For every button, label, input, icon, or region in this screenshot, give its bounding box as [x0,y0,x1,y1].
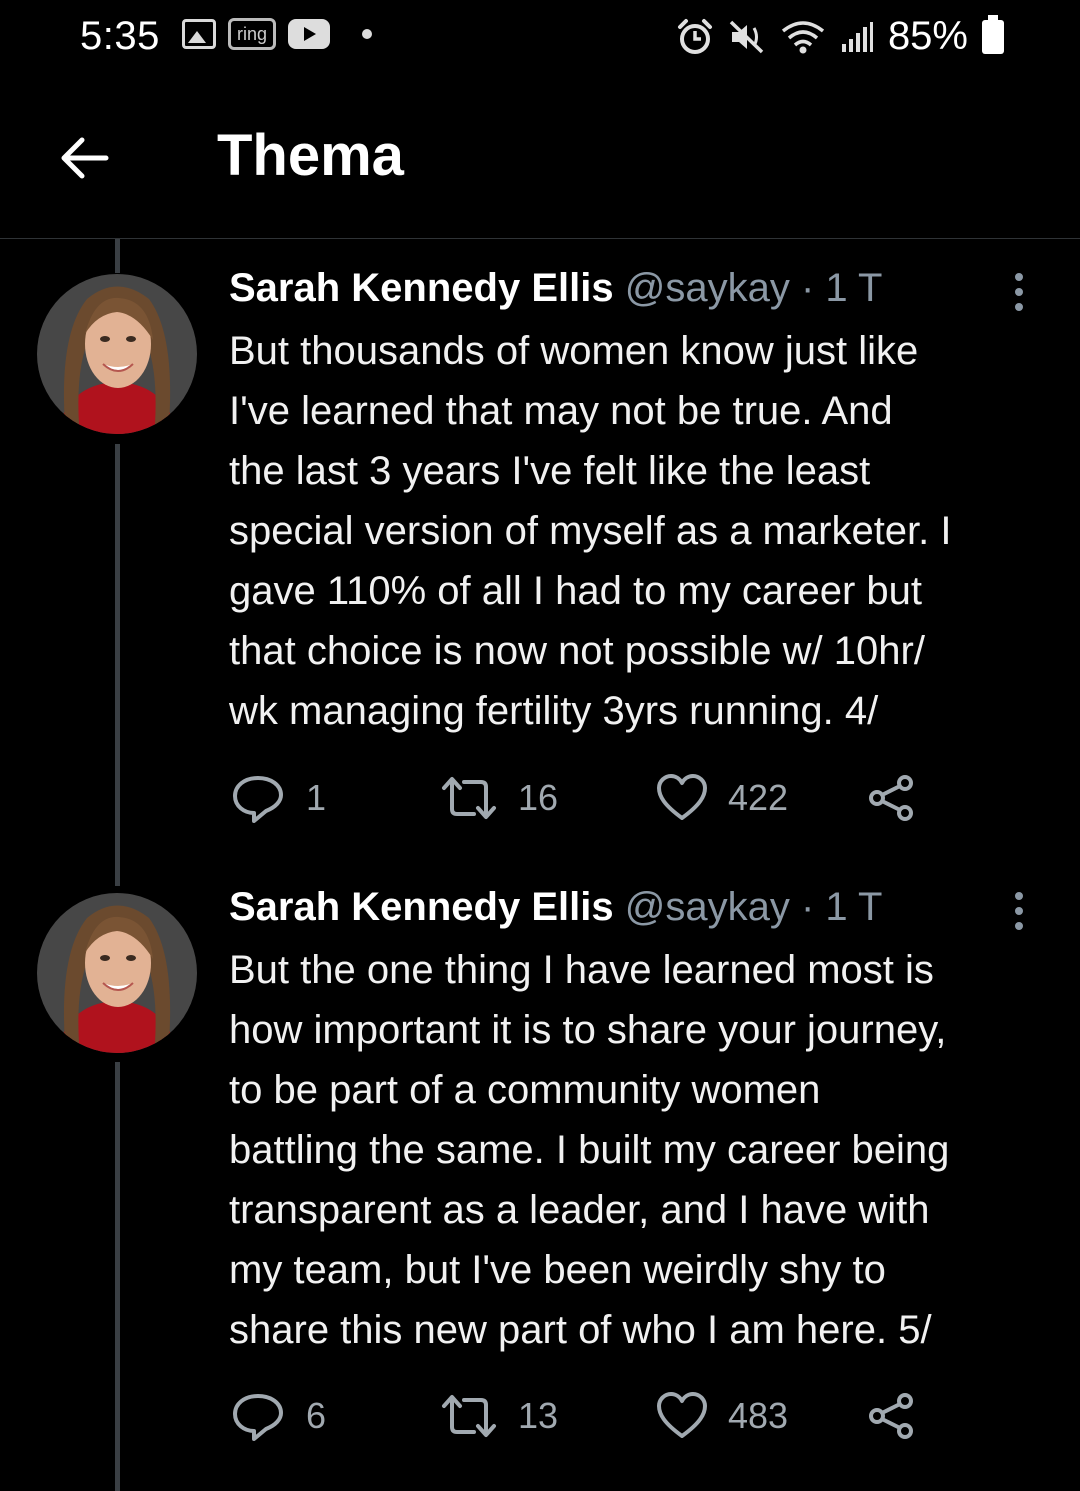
gallery-icon [182,19,216,49]
share-button[interactable] [867,773,917,823]
author-handle[interactable]: @saykay [625,885,790,929]
tweet-text-line: the last 3 years I've felt like the leas… [229,449,871,493]
tweet-text-line: transparent as a leader, and I have with [229,1188,930,1232]
tweet-header: Sarah Kennedy Ellis @saykay · 1 T [229,266,882,311]
back-button[interactable] [56,130,112,186]
heart-icon [657,1392,707,1438]
retweet-button[interactable]: 16 [440,773,558,823]
like-count: 422 [728,777,789,818]
thread-line [115,239,120,273]
battery-icon [982,14,1004,54]
share-icon [869,775,913,821]
thread-line [115,1062,120,1491]
heart-icon [657,774,707,820]
more-vertical-icon [1015,273,1023,311]
profile-photo [37,893,197,1053]
author-name[interactable]: Sarah Kennedy Ellis [229,266,614,310]
battery-percentage: 85% [887,14,968,58]
status-time: 5:35 [80,14,160,58]
tweet-actions: 6 13 483 [230,1391,930,1441]
notification-dot [362,29,373,39]
top-app-bar: Thema [0,78,1080,239]
tweet-time: 1 T [825,266,883,310]
reply-count: 1 [306,777,327,818]
tweet-text-line: But thousands of women know just like [229,329,919,373]
tweet-text-line: how important it is to share your journe… [229,1008,947,1052]
separator-dot: · [800,266,815,310]
share-button[interactable] [867,1391,917,1441]
avatar[interactable] [37,274,197,434]
youtube-icon [288,19,331,49]
reply-count: 6 [306,1395,327,1436]
retweet-icon [442,777,496,819]
status-system-icons: 85% [676,14,1004,59]
back-arrow-icon [61,137,109,179]
tweet-text-line: wk managing fertility 3yrs running. 4/ [229,689,879,733]
tweet-text-line: to be part of a community women [229,1068,821,1112]
retweet-icon [442,1395,496,1437]
tweet-text-line: special version of myself as a marketer.… [229,509,952,553]
page-title: Thema [217,123,404,188]
tweet-text-line: I've learned that may not be true. And [229,389,893,433]
like-button[interactable]: 422 [656,773,788,823]
status-notification-icons: ring [182,18,373,50]
like-button[interactable]: 483 [656,1391,788,1441]
more-options-button[interactable] [1004,268,1034,318]
thread-line [115,444,120,886]
tweet-text-line: But the one thing I have learned most is [229,948,934,992]
more-options-button[interactable] [1004,887,1034,937]
tweet-header: Sarah Kennedy Ellis @saykay · 1 T [229,885,882,930]
retweet-count: 13 [518,1395,559,1436]
separator-dot: · [800,885,815,929]
avatar[interactable] [37,893,197,1053]
profile-photo [37,274,197,434]
status-bar: 5:35 ring 85% [0,0,1080,78]
mute-icon [729,20,764,53]
reply-icon [233,1394,283,1441]
retweet-count: 16 [518,777,559,818]
reply-button[interactable]: 1 [230,773,326,823]
tweet-text: But thousands of women know just like I'… [229,321,1059,741]
reply-icon [233,776,283,823]
author-handle[interactable]: @saykay [625,266,790,310]
signal-icon [841,21,873,52]
more-vertical-icon [1015,892,1023,930]
author-name[interactable]: Sarah Kennedy Ellis [229,885,614,929]
tweet-text: But the one thing I have learned most is… [229,940,1059,1360]
share-icon [869,1393,913,1439]
tweet-time: 1 T [825,885,883,929]
tweet-text-line: my team, but I've been weirdly shy to [229,1248,886,1292]
tweet-text-line: battling the same. I built my career bei… [229,1128,950,1172]
reply-button[interactable]: 6 [230,1391,326,1441]
tweet-actions: 1 16 422 [230,773,930,823]
tweet-text-line: share this new part of who I am here. 5/ [229,1308,932,1352]
wifi-icon [781,20,825,53]
tweet-text-line: that choice is now not possible w/ 10hr/ [229,629,925,673]
tweet-text-line: gave 110% of all I had to my career but [229,569,922,613]
like-count: 483 [728,1395,789,1436]
alarm-icon [677,18,712,54]
ring-icon: ring [228,18,277,50]
retweet-button[interactable]: 13 [440,1391,558,1441]
